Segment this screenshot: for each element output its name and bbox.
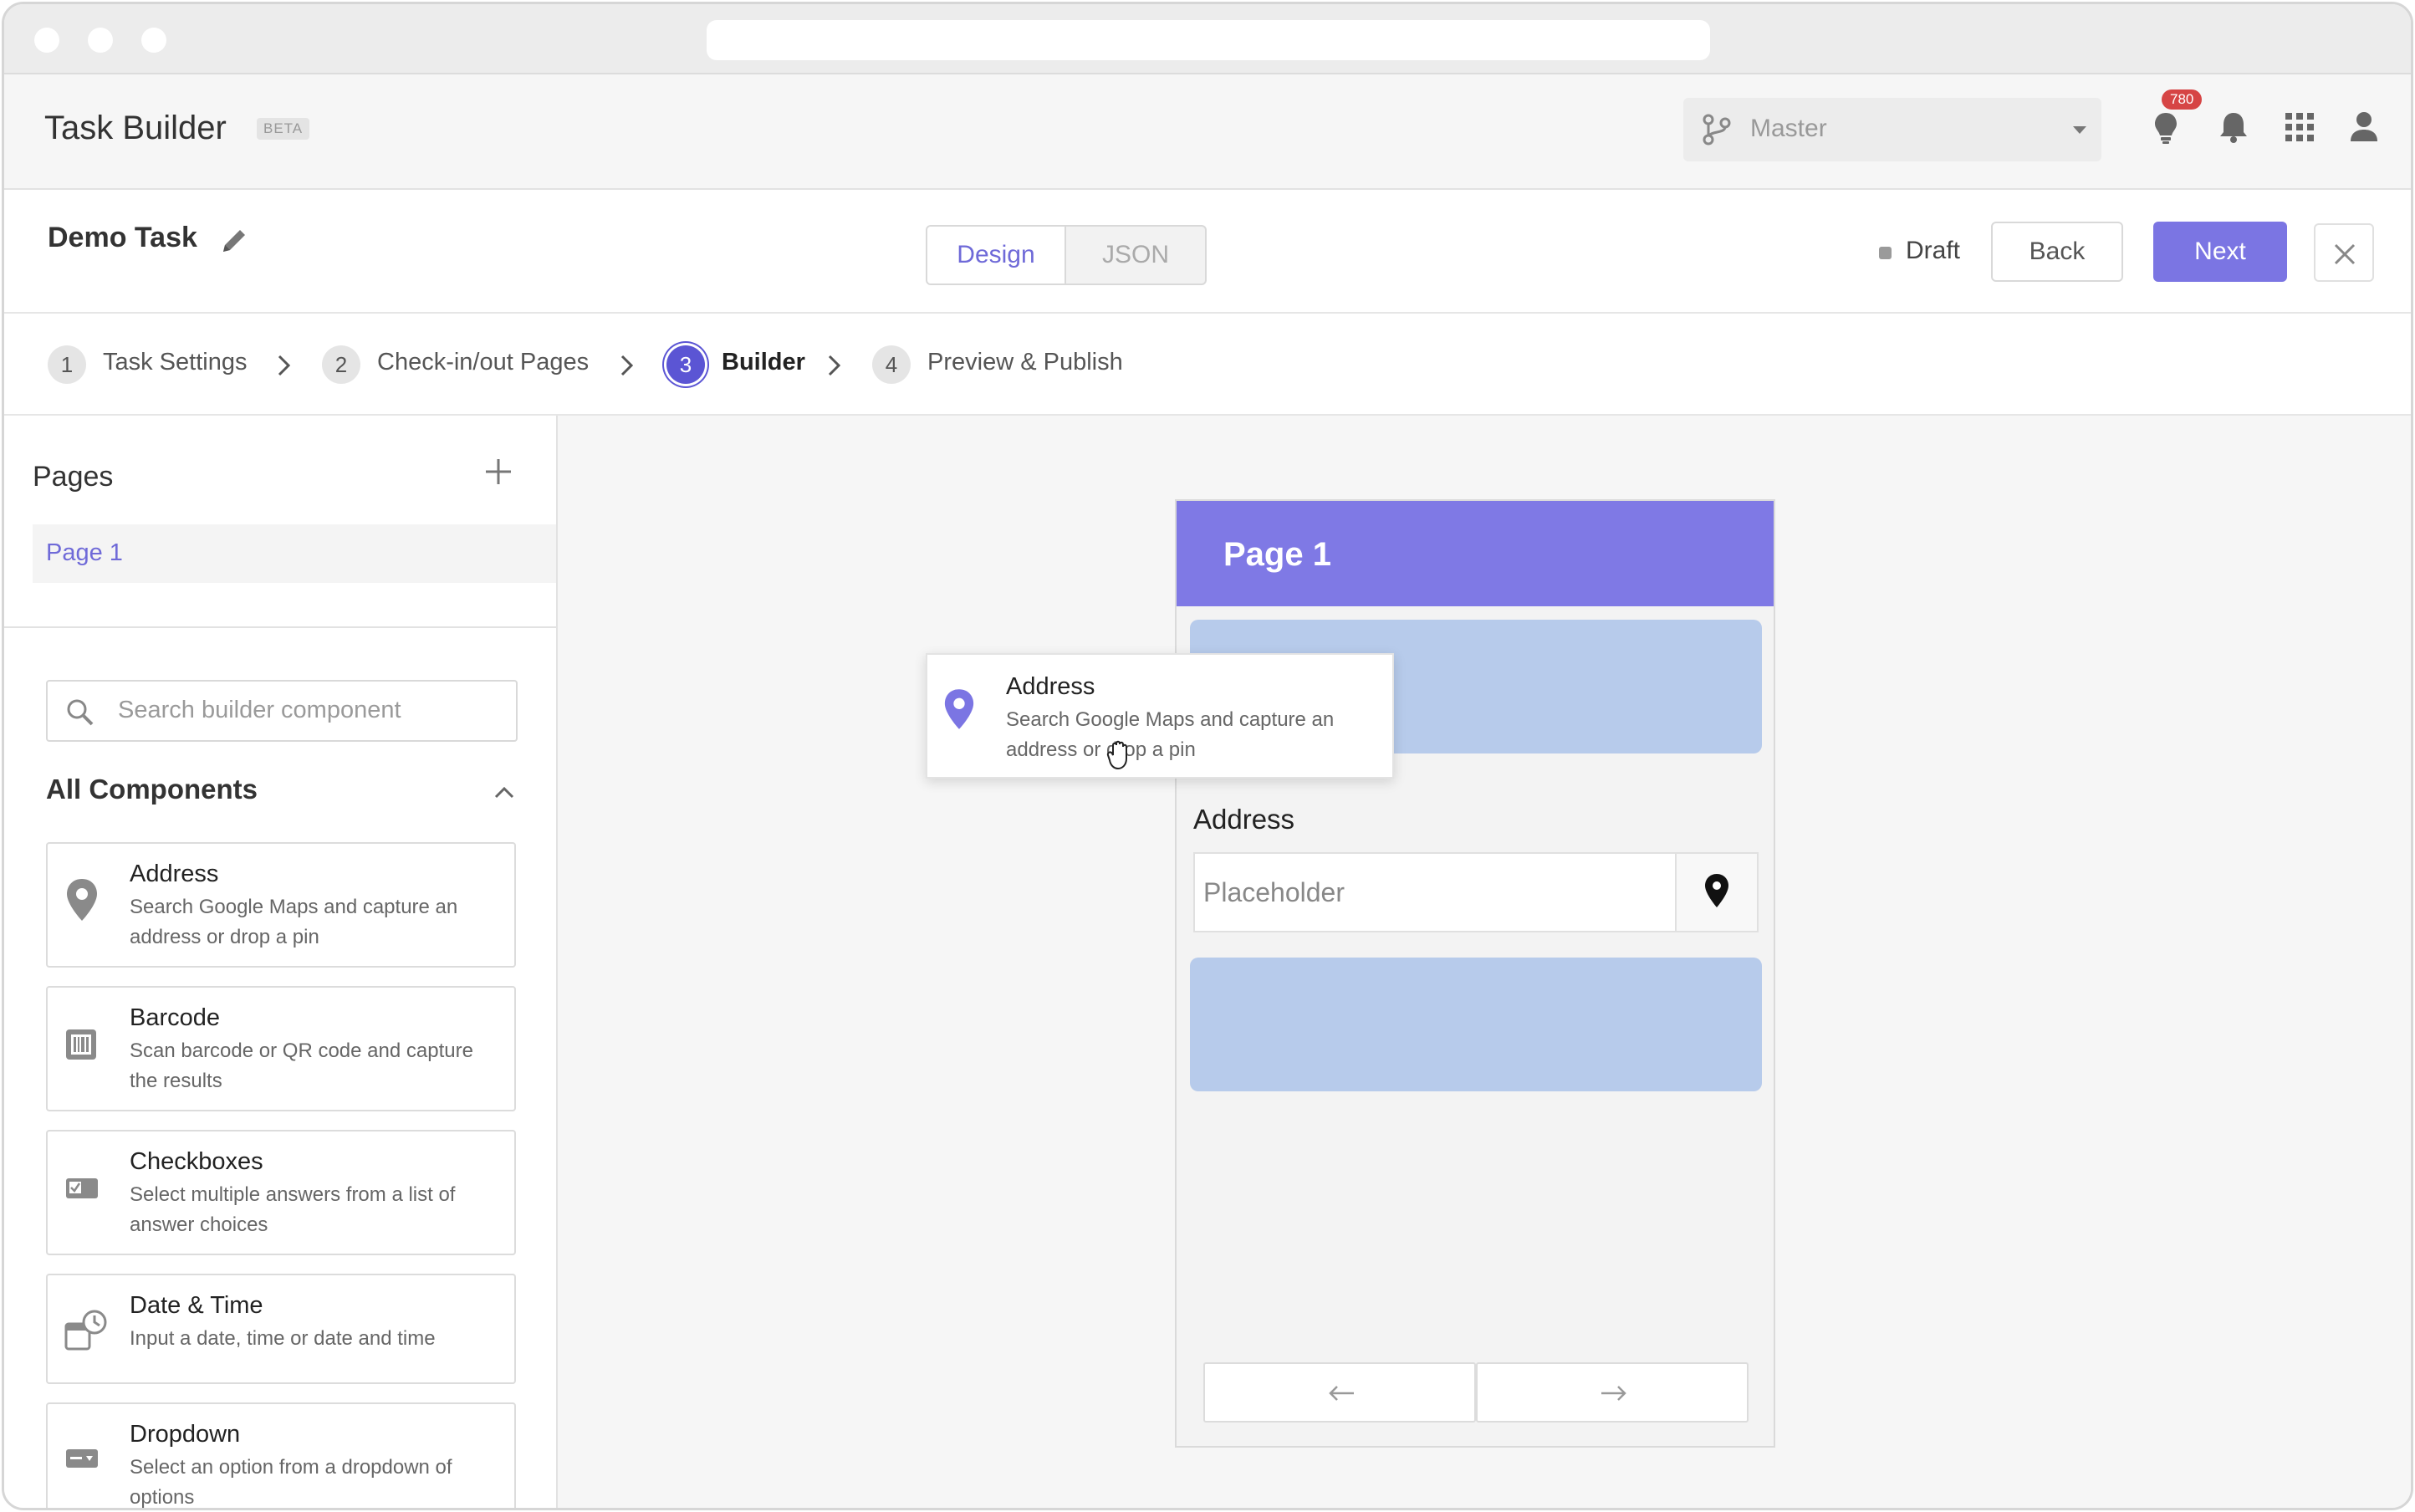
branch-label: Master [1750,115,1827,142]
grab-cursor-icon [1106,740,1127,770]
component-card-dropdown[interactable]: Dropdown Select an option from a dropdow… [46,1402,516,1509]
component-name: Dropdown [130,1421,241,1448]
dropdown-icon [66,1449,98,1468]
component-name: Checkboxes [130,1148,263,1175]
component-card-date-time[interactable]: Date & Time Input a date, time or date a… [46,1274,516,1384]
step-4-number[interactable]: 4 [872,345,911,384]
component-description: Search Google Maps and capture an addres… [1006,708,1335,761]
page-preview-title: Page 1 [1223,536,1331,573]
app-title: Task Builder [44,110,227,146]
sidebar: Pages Page 1 All Components Address Sear… [4,416,558,1509]
tab-json[interactable]: JSON [1066,227,1205,284]
back-button[interactable]: Back [1991,222,2123,282]
tab-design[interactable]: Design [927,227,1066,284]
arrow-left-icon [1329,1386,1354,1401]
component-name: Address [130,861,219,887]
window-minimize-dot[interactable] [88,28,113,53]
step-1-number[interactable]: 1 [48,345,86,384]
close-button[interactable] [2314,223,2374,282]
task-toolbar: Demo Task Design JSON Draft Back Next [4,190,2411,314]
user-icon[interactable] [2349,111,2379,141]
beta-badge: BETA [257,118,310,140]
component-description: Select multiple answers from a list of a… [130,1183,456,1236]
task-name: Demo Task [48,222,197,253]
close-icon [2334,243,2356,265]
status-label: Draft [1906,237,1961,264]
app-header: Task Builder BETA Master 780 [4,74,2411,190]
chevron-right-icon [620,355,634,376]
address-field-label: Address [1193,804,1295,835]
next-button[interactable]: Next [2153,222,2287,282]
chevron-right-icon [828,355,841,376]
component-name: Barcode [130,1004,221,1031]
component-description: Search Google Maps and capture an addres… [130,896,458,948]
address-field-input[interactable]: Placeholder [1193,852,1759,932]
page-preview: Page 1 Address Placeholder [1175,499,1775,1448]
step-4-label[interactable]: Preview & Publish [927,349,1123,376]
map-pin-icon [1705,874,1728,907]
page-preview-header: Page 1 [1177,501,1774,606]
search-input[interactable] [118,697,503,724]
builder-canvas: Page 1 Address Placeholder [559,416,2411,1508]
barcode-icon [66,1029,96,1060]
dragged-component-ghost[interactable]: Address Search Google Maps and capture a… [926,653,1394,779]
apps-grid-icon[interactable] [2285,113,2314,141]
page-item-label: Page 1 [46,539,123,566]
address-bar[interactable] [707,20,1710,60]
drop-zone-bottom[interactable] [1190,958,1762,1091]
map-pin-icon [944,689,974,729]
browser-chrome [4,4,2411,74]
branch-select[interactable]: Master [1683,98,2101,161]
address-pin-button[interactable] [1675,854,1757,931]
page-list-item[interactable]: Page 1 [33,524,556,583]
prev-page-button[interactable] [1203,1362,1476,1423]
calendar-clock-icon [64,1310,107,1351]
notification-count-badge: 780 [2162,89,2203,110]
step-2-label[interactable]: Check-in/out Pages [377,349,589,376]
step-1-label[interactable]: Task Settings [103,349,247,376]
chevron-down-icon [2073,126,2086,134]
component-card-checkboxes[interactable]: Checkboxes Select multiple answers from … [46,1130,516,1255]
add-page-plus-icon[interactable] [484,457,513,486]
view-toggle: Design JSON [926,225,1207,285]
map-pin-icon [67,879,97,921]
step-3-label[interactable]: Builder [722,349,805,376]
sidebar-divider [4,626,556,628]
git-branch-icon [1703,114,1731,146]
bell-icon[interactable] [2218,111,2249,143]
lightbulb-icon[interactable] [2153,111,2178,145]
pencil-edit-icon[interactable] [220,227,248,255]
component-search [46,680,518,742]
all-components-title[interactable]: All Components [46,774,258,805]
progress-stepper: 1 Task Settings 2 Check-in/out Pages 3 B… [4,314,2411,416]
component-name: Address [1006,673,1095,700]
chevron-up-icon[interactable] [494,785,514,799]
step-2-number[interactable]: 2 [322,345,360,384]
search-icon [67,699,94,726]
window-maximize-dot[interactable] [141,28,166,53]
address-field-placeholder: Placeholder [1203,877,1345,907]
component-card-address[interactable]: Address Search Google Maps and capture a… [46,842,516,968]
component-name: Date & Time [130,1292,263,1319]
pages-title: Pages [33,461,114,493]
chevron-right-icon [278,355,291,376]
step-3-number[interactable]: 3 [666,345,705,384]
checkbox-icon [66,1178,98,1198]
component-description: Input a date, time or date and time [130,1327,436,1350]
arrow-right-icon [1601,1386,1626,1401]
window-close-dot[interactable] [34,28,59,53]
browser-window: Task Builder BETA Master 780 Demo Task D… [2,2,2413,1510]
status-dot [1879,247,1892,259]
component-card-barcode[interactable]: Barcode Scan barcode or QR code and capt… [46,986,516,1111]
component-description: Scan barcode or QR code and capture the … [130,1040,473,1092]
component-description: Select an option from a dropdown of opti… [130,1456,452,1509]
next-page-button[interactable] [1476,1362,1749,1423]
